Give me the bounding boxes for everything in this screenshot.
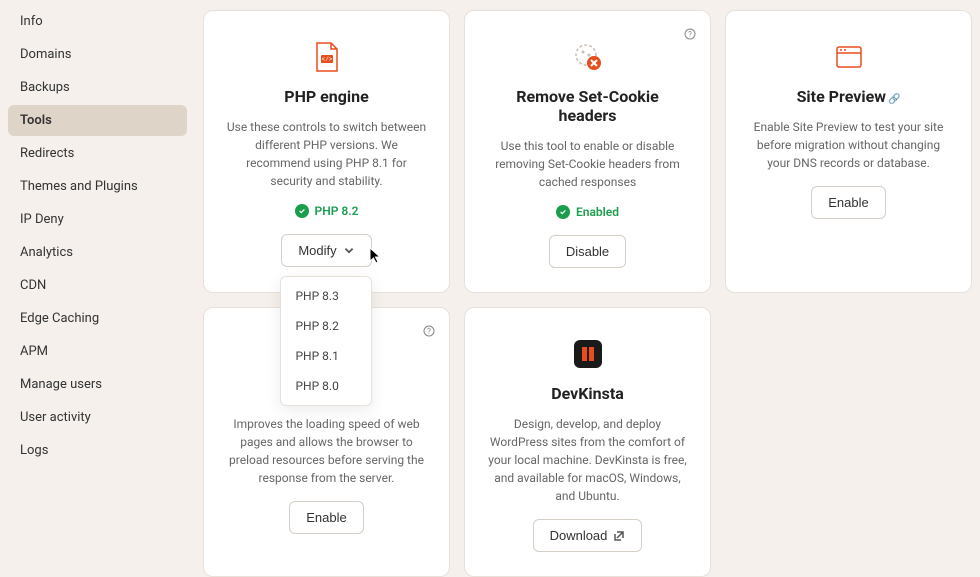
php-version-dropdown: PHP 8.3 PHP 8.2 PHP 8.1 PHP 8.0: [280, 276, 372, 406]
dropdown-option-php82[interactable]: PHP 8.2: [281, 311, 371, 341]
enable-button[interactable]: Enable: [811, 186, 885, 219]
status-text: Enabled: [576, 205, 619, 219]
php-status: PHP 8.2: [226, 204, 427, 218]
card-site-preview: Site Preview🔗 Enable Site Preview to tes…: [725, 10, 972, 293]
card-title: Site Preview🔗: [748, 87, 949, 106]
modify-button[interactable]: Modify: [281, 234, 371, 267]
card-title: DevKinsta: [487, 384, 688, 403]
sidebar-item-label: Logs: [20, 443, 48, 458]
disable-button[interactable]: Disable: [549, 235, 626, 268]
sidebar-item-analytics[interactable]: Analytics: [8, 237, 187, 268]
external-link-icon: [613, 530, 625, 542]
sidebar-item-label: APM: [20, 344, 48, 359]
card-description: Design, develop, and deploy WordPress si…: [487, 415, 688, 505]
sidebar-item-label: Themes and Plugins: [20, 179, 138, 194]
sidebar-item-label: Backups: [20, 80, 70, 95]
sidebar-item-label: User activity: [20, 410, 91, 425]
sidebar-item-label: Edge Caching: [20, 311, 99, 326]
info-icon[interactable]: ?: [684, 25, 696, 37]
button-label: Download: [550, 528, 608, 543]
sidebar-item-redirects[interactable]: Redirects: [8, 138, 187, 169]
card-description: Enable Site Preview to test your site be…: [748, 118, 949, 172]
sidebar-item-label: Tools: [20, 113, 52, 128]
sidebar: Info Domains Backups Tools Redirects The…: [0, 0, 195, 537]
card-remove-cookie: ? Remove Set-Cookie headers Use this too…: [464, 10, 711, 293]
browser-window-icon: [833, 41, 865, 73]
svg-text:?: ?: [427, 327, 431, 336]
button-label: Enable: [306, 510, 346, 525]
svg-text:?: ?: [688, 30, 692, 39]
sidebar-item-domains[interactable]: Domains: [8, 39, 187, 70]
check-icon: [295, 204, 309, 218]
card-title: PHP engine: [226, 87, 427, 106]
dropdown-option-php83[interactable]: PHP 8.3: [281, 281, 371, 311]
sidebar-item-apm[interactable]: APM: [8, 336, 187, 367]
sidebar-item-label: Redirects: [20, 146, 74, 161]
button-label: Enable: [828, 195, 868, 210]
info-icon[interactable]: ?: [423, 322, 435, 334]
sidebar-item-label: Manage users: [20, 377, 102, 392]
enable-button[interactable]: Enable: [289, 501, 363, 534]
button-label: Modify: [298, 243, 336, 258]
card-description: Use this tool to enable or disable remov…: [487, 137, 688, 191]
sidebar-item-cdn[interactable]: CDN: [8, 270, 187, 301]
sidebar-item-info[interactable]: Info: [8, 6, 187, 37]
cookie-remove-icon: [572, 41, 604, 73]
content-grid: </> PHP engine Use these controls to swi…: [195, 0, 980, 537]
sidebar-item-tools[interactable]: Tools: [8, 105, 187, 136]
download-button[interactable]: Download: [533, 519, 643, 552]
sidebar-item-backups[interactable]: Backups: [8, 72, 187, 103]
card-php-engine: </> PHP engine Use these controls to swi…: [203, 10, 450, 293]
svg-text:</>: </>: [321, 56, 332, 63]
card-title: Remove Set-Cookie headers: [487, 87, 688, 125]
dropdown-option-php80[interactable]: PHP 8.0: [281, 371, 371, 401]
sidebar-item-themes-plugins[interactable]: Themes and Plugins: [8, 171, 187, 202]
sidebar-item-label: CDN: [20, 278, 46, 293]
chevron-down-icon: [343, 245, 355, 257]
sidebar-item-edge-caching[interactable]: Edge Caching: [8, 303, 187, 334]
sidebar-item-label: Info: [20, 14, 43, 29]
dropdown-option-php81[interactable]: PHP 8.1: [281, 341, 371, 371]
card-description: Use these controls to switch between dif…: [226, 118, 427, 190]
sidebar-item-user-activity[interactable]: User activity: [8, 402, 187, 433]
check-icon: [556, 205, 570, 219]
sidebar-item-logs[interactable]: Logs: [8, 435, 187, 466]
php-file-icon: </>: [311, 41, 343, 73]
sidebar-item-label: IP Deny: [20, 212, 64, 227]
sidebar-item-ip-deny[interactable]: IP Deny: [8, 204, 187, 235]
card-description: Improves the loading speed of web pages …: [226, 415, 427, 487]
devkinsta-logo-icon: [572, 338, 604, 370]
sidebar-item-label: Domains: [20, 47, 71, 62]
external-link-icon: 🔗: [888, 94, 900, 105]
sidebar-item-label: Analytics: [20, 245, 73, 260]
button-label: Disable: [566, 244, 609, 259]
sidebar-item-manage-users[interactable]: Manage users: [8, 369, 187, 400]
status-text: PHP 8.2: [315, 204, 359, 218]
cookie-status: Enabled: [487, 205, 688, 219]
